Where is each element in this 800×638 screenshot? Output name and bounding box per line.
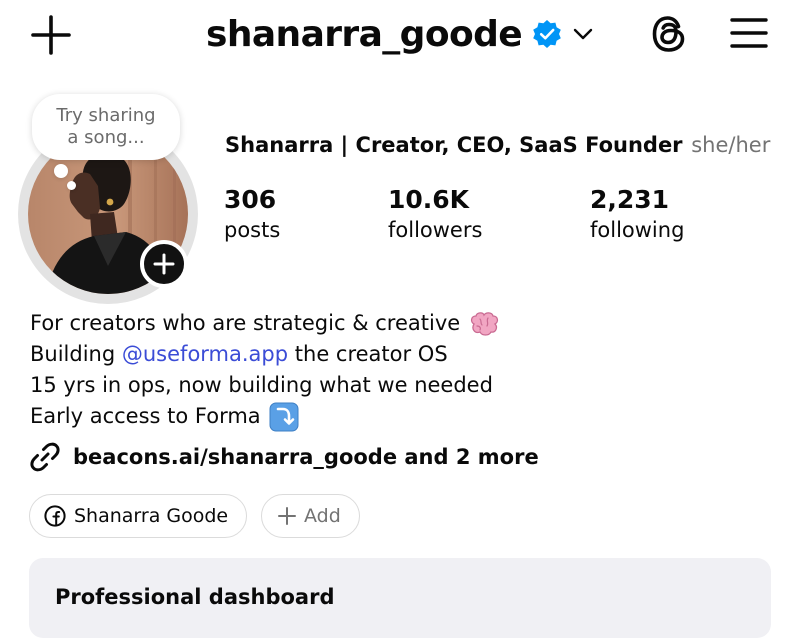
- verified-badge-icon: [533, 20, 561, 48]
- note-bubble[interactable]: Try sharing a song...: [32, 94, 180, 160]
- arrow-down-right-emoji-icon: [269, 402, 299, 432]
- facebook-profile-chip[interactable]: Shanarra Goode: [29, 494, 247, 538]
- link-icon: [30, 442, 60, 472]
- bio-text: the creator OS: [288, 342, 448, 366]
- plus-icon: [31, 15, 71, 55]
- professional-dashboard-card[interactable]: Professional dashboard: [29, 558, 771, 638]
- note-tail-dot-small: [67, 181, 76, 190]
- create-button[interactable]: [30, 14, 72, 56]
- facebook-chip-label: Shanarra Goode: [74, 505, 229, 527]
- bio-text: For creators who are strategic & creativ…: [30, 311, 461, 335]
- note-line-1: Try sharing: [56, 105, 156, 126]
- note-line-2: a song...: [67, 127, 145, 148]
- username: shanarra_goode: [206, 13, 523, 55]
- stat-label: followers: [388, 218, 483, 242]
- bio-links[interactable]: beacons.ai/shanarra_goode and 2 more: [28, 440, 539, 474]
- bio-line-2: Building @useforma.app the creator OS: [30, 339, 500, 370]
- display-name: Shanarra | Creator, CEO, SaaS Founder: [225, 133, 683, 157]
- stat-following[interactable]: 2,231 following: [590, 184, 684, 244]
- add-story-button[interactable]: [140, 240, 188, 288]
- display-name-line: Shanarra | Creator, CEO, SaaS Founder sh…: [225, 133, 770, 157]
- bio-line-1: For creators who are strategic & creativ…: [30, 308, 500, 339]
- stat-label: posts: [224, 218, 281, 242]
- add-link-chip[interactable]: Add: [261, 494, 360, 538]
- threads-button[interactable]: [648, 12, 690, 56]
- stat-value: 10.6K: [388, 185, 470, 214]
- bio-line-4: Early access to Forma: [30, 401, 500, 432]
- bio-text: Early access to Forma: [30, 404, 261, 428]
- facebook-icon: [44, 505, 66, 527]
- plus-icon: [278, 507, 296, 525]
- add-chip-label: Add: [304, 505, 341, 527]
- bio-line-3: 15 yrs in ops, now building what we need…: [30, 370, 500, 401]
- stat-value: 2,231: [590, 185, 670, 214]
- plus-icon: [153, 253, 175, 275]
- stat-posts[interactable]: 306 posts: [224, 184, 280, 244]
- note-tail-dot: [54, 164, 68, 178]
- chevron-down-icon: [573, 28, 593, 40]
- brain-emoji-icon: [468, 311, 500, 337]
- bio-mention-link[interactable]: @useforma.app: [122, 339, 288, 370]
- stat-label: following: [590, 218, 685, 242]
- threads-icon: [652, 16, 685, 52]
- pronouns: she/her: [691, 133, 771, 157]
- bio-link-text[interactable]: beacons.ai/shanarra_goode and 2 more: [73, 445, 539, 469]
- account-switcher[interactable]: shanarra_goode: [206, 10, 594, 58]
- menu-icon: [730, 18, 768, 48]
- dashboard-title: Professional dashboard: [55, 585, 335, 609]
- bio: For creators who are strategic & creativ…: [30, 308, 500, 432]
- bio-text: 15 yrs in ops, now building what we need…: [30, 373, 493, 397]
- menu-button[interactable]: [728, 14, 770, 52]
- stat-value: 306: [224, 185, 277, 214]
- bio-text: Building: [30, 342, 122, 366]
- stat-followers[interactable]: 10.6K followers: [388, 184, 482, 244]
